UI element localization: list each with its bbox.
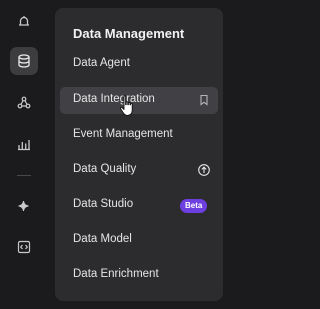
beta-badge: Beta [180,199,208,213]
menu-item-data-studio[interactable]: Data Studio Beta [60,192,218,219]
menu-item-event-management[interactable]: Event Management [60,122,218,149]
icon-rail [0,0,49,309]
menu-item-data-integration[interactable]: Data Integration [60,87,218,114]
arrow-up-circle-icon [198,164,210,176]
menu-item-label: Data Agent [73,57,130,69]
code-icon[interactable] [10,233,38,261]
bell-icon[interactable] [10,7,38,35]
menu-item-label: Event Management [73,128,173,140]
menu-item-label: Data Model [73,233,132,245]
menu-item-label: Data Integration [73,93,155,105]
menu-item-data-agent[interactable]: Data Agent [60,51,218,78]
menu-title: Data Management [73,26,185,41]
rail-divider [17,175,31,176]
bar-chart-icon[interactable] [10,130,38,158]
menu-item-label: Data Enrichment [73,268,159,280]
bookmark-icon[interactable] [197,93,211,107]
menu-item-data-enrichment[interactable]: Data Enrichment [60,262,218,289]
nodes-icon[interactable] [10,89,38,117]
menu-item-label: Data Quality [73,163,137,175]
hand-cursor-icon [120,95,133,116]
menu-item-label: Data Studio [73,198,134,210]
database-icon[interactable] [10,47,38,75]
menu-item-data-quality[interactable]: Data Quality [60,157,218,184]
data-management-menu: Data Management Data Agent Data Integrat… [55,8,223,301]
menu-item-data-model[interactable]: Data Model [60,227,218,254]
sparkle-icon[interactable] [10,193,38,221]
